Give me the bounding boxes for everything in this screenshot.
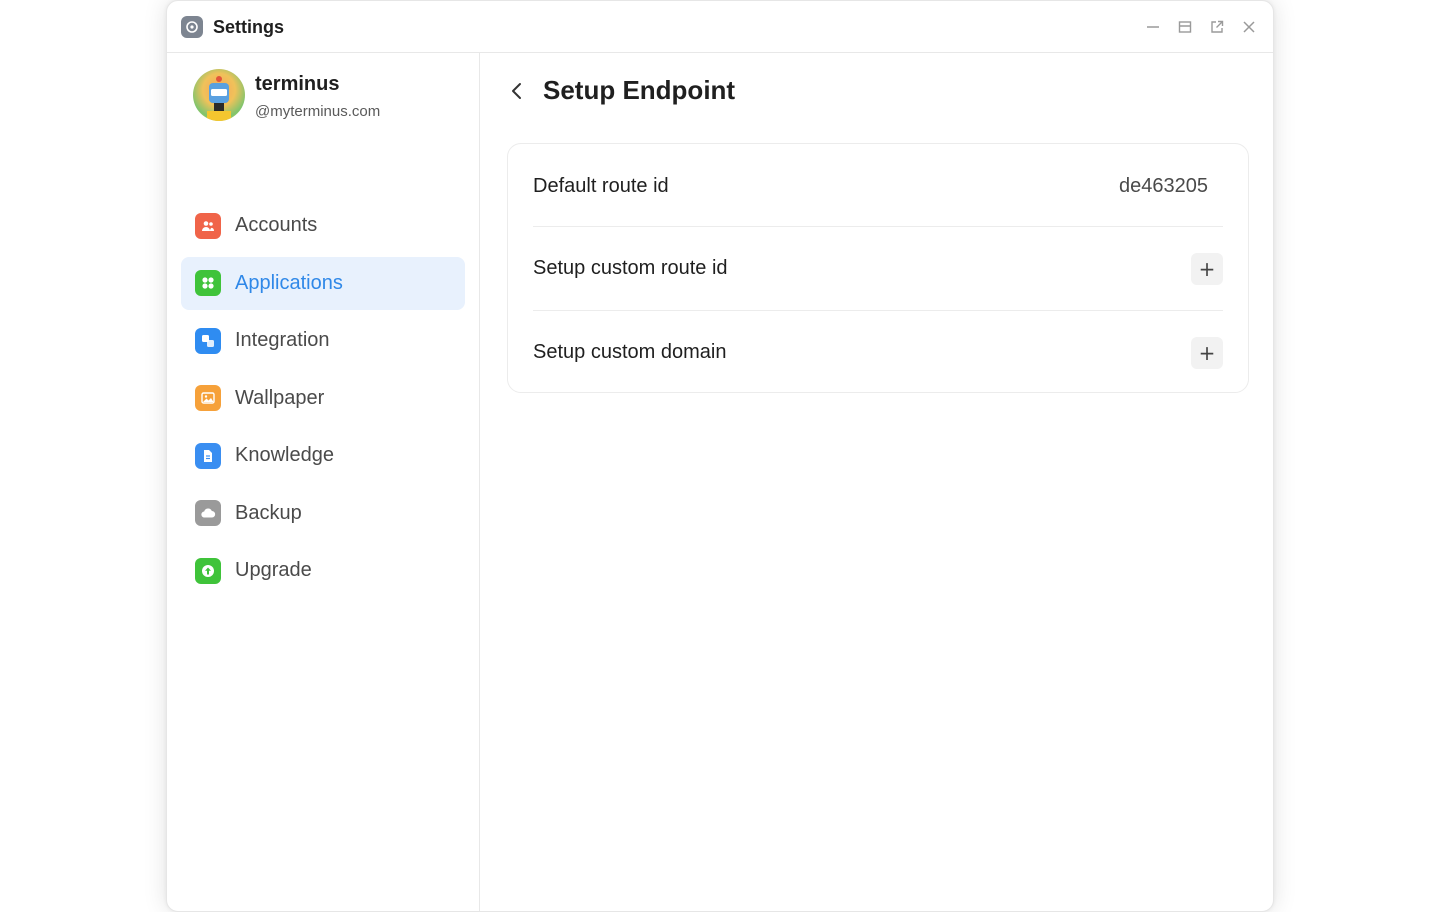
endpoint-card: Default route id de463205 Setup custom r… — [507, 143, 1249, 393]
sidebar-item-applications[interactable]: Applications — [181, 256, 465, 310]
integration-icon — [195, 327, 221, 354]
custom-route-row: Setup custom route id + — [533, 226, 1223, 310]
maximize-icon[interactable] — [1175, 17, 1195, 37]
applications-icon — [195, 270, 221, 296]
default-route-label: Default route id — [533, 174, 669, 197]
open-external-icon[interactable] — [1207, 17, 1227, 37]
close-icon[interactable] — [1239, 17, 1259, 37]
custom-domain-label: Setup custom domain — [533, 341, 727, 363]
title-bar: Settings — [167, 1, 1273, 53]
default-route-row: Default route id de463205 — [533, 144, 1223, 228]
add-custom-route-button[interactable]: + — [1191, 252, 1223, 285]
accounts-icon — [195, 212, 221, 239]
sidebar-item-label: Knowledge — [235, 444, 334, 466]
sidebar-item-integration[interactable]: Integration — [181, 314, 465, 367]
sidebar-item-label: Wallpaper — [235, 386, 325, 409]
back-chevron-icon[interactable] — [505, 79, 529, 103]
knowledge-icon — [195, 442, 221, 469]
minimize-icon[interactable] — [1143, 17, 1163, 37]
sidebar-item-upgrade[interactable]: Upgrade — [181, 544, 465, 597]
sidebar-item-backup[interactable]: Backup — [181, 487, 465, 540]
sidebar-item-label: Integration — [235, 329, 330, 351]
custom-domain-row: Setup custom domain + — [533, 310, 1223, 394]
custom-route-label: Setup custom route id — [533, 257, 728, 279]
sidebar-item-label: Applications — [235, 271, 343, 294]
sidebar-item-wallpaper[interactable]: Wallpaper — [181, 372, 465, 425]
settings-app-icon — [181, 16, 203, 38]
window-title: Settings — [213, 17, 285, 37]
default-route-value: de463205 — [1119, 174, 1208, 197]
user-profile[interactable]: terminus @myterminus.com — [193, 69, 453, 125]
sidebar-item-accounts[interactable]: Accounts — [181, 199, 465, 252]
profile-name: terminus — [255, 73, 340, 95]
sidebar: terminus @myterminus.com Accounts Applic… — [167, 53, 480, 911]
settings-window: Settings terminus @myterminus.com Accoun… — [166, 0, 1274, 912]
backup-icon — [195, 500, 221, 526]
sidebar-item-label: Backup — [235, 501, 302, 524]
main-content: Setup Endpoint Default route id de463205… — [481, 53, 1273, 911]
sidebar-item-knowledge[interactable]: Knowledge — [181, 429, 465, 482]
page-title: Setup Endpoint — [543, 75, 736, 105]
add-custom-domain-button[interactable]: + — [1191, 336, 1223, 369]
sidebar-item-label: Upgrade — [235, 559, 312, 581]
upgrade-icon — [195, 557, 221, 584]
sidebar-nav: Accounts Applications Integration Wallpa… — [181, 199, 465, 602]
profile-domain: @myterminus.com — [255, 103, 381, 120]
avatar — [193, 69, 245, 121]
wallpaper-icon — [195, 385, 221, 411]
sidebar-item-label: Accounts — [235, 214, 318, 236]
